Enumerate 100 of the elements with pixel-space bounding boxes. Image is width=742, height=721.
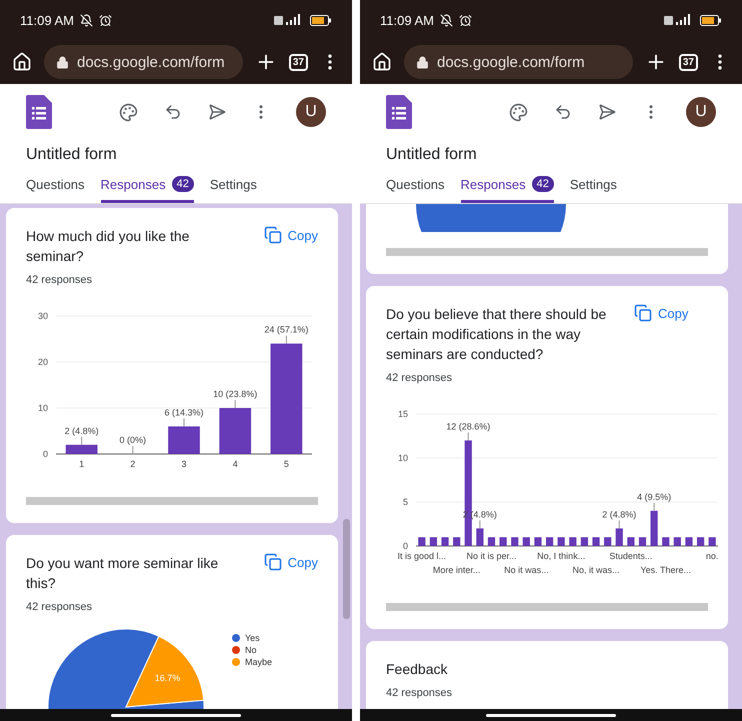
axis-label: More inter...	[432, 565, 480, 575]
bar	[708, 537, 716, 546]
status-time: 11:09 AM	[20, 12, 74, 28]
send-icon[interactable]	[598, 103, 616, 121]
axis-label: 2	[130, 459, 136, 469]
address-bar[interactable]: docs.google.com/form	[404, 45, 633, 79]
leader-line	[286, 335, 287, 344]
bell-off-icon	[440, 14, 453, 26]
axis-label: 5	[284, 459, 289, 469]
data-label: 10 (23.8%)	[213, 389, 258, 399]
bar	[569, 537, 576, 546]
home-indicator[interactable]	[111, 714, 241, 716]
bar	[476, 528, 484, 546]
bar	[546, 537, 554, 546]
undo-icon[interactable]	[164, 103, 182, 121]
data-label: 0 (0%)	[120, 435, 146, 445]
tab[interactable]: Questions	[386, 172, 445, 203]
axis-label: No it is per...	[466, 551, 517, 561]
legend-label: No	[245, 645, 257, 655]
axis-label: 4	[232, 459, 238, 469]
leader-line	[132, 446, 134, 454]
bar	[500, 537, 507, 546]
palette-icon[interactable]	[509, 102, 528, 122]
data-label: 4 (9.5%)	[637, 492, 672, 502]
data-label: 24 (57.1%)	[264, 324, 308, 335]
axis-label: no.	[706, 551, 718, 561]
palette-icon[interactable]	[119, 102, 138, 122]
bar	[627, 537, 634, 546]
axis-label: 3	[182, 459, 186, 469]
tab-count-button[interactable]: 37	[288, 54, 308, 70]
response-count: 42 responses	[26, 274, 94, 286]
axis-label: 1	[79, 459, 84, 469]
avatar[interactable]: U	[686, 97, 716, 127]
copy-icon[interactable]	[264, 553, 282, 571]
axis-label: 10	[398, 453, 408, 463]
count-badge: 42	[172, 176, 194, 192]
axis-label: No, it was...	[572, 565, 620, 575]
axis-label: It is good l...	[398, 551, 446, 561]
tab[interactable]: Settings	[570, 172, 617, 203]
tab[interactable]: Settings	[210, 172, 257, 203]
lock-icon	[416, 56, 429, 68]
leader-line	[618, 520, 620, 529]
avatar[interactable]: U	[296, 97, 326, 127]
bar	[696, 537, 704, 546]
tab[interactable]: Questions	[26, 172, 85, 203]
axis-label: 30	[38, 311, 48, 321]
alarm-icon	[458, 14, 472, 26]
scrollbar[interactable]	[343, 519, 350, 619]
axis-label: 10	[38, 403, 48, 413]
bar	[441, 537, 449, 546]
bar	[418, 537, 426, 546]
form-title: Untitled form	[25, 145, 118, 165]
axis-label: No, I think...	[537, 551, 586, 561]
axis-label: 5	[402, 497, 408, 507]
legend-label: Yes	[245, 633, 260, 643]
home-indicator[interactable]	[486, 714, 616, 716]
bar	[685, 537, 693, 546]
send-icon[interactable]	[208, 103, 226, 121]
bar	[522, 537, 530, 546]
count-badge: 42	[532, 176, 554, 192]
bar	[580, 537, 588, 546]
battery-icon	[700, 14, 722, 26]
home-icon[interactable]	[372, 52, 392, 72]
data-label: 2 (4.8%)	[64, 426, 99, 436]
bar	[604, 537, 612, 546]
tab-count-button[interactable]: 37	[678, 54, 698, 70]
bar	[616, 528, 623, 546]
legend-label: Maybe	[245, 657, 272, 667]
bar	[488, 537, 496, 546]
bar	[662, 537, 670, 546]
copy-icon[interactable]	[264, 226, 282, 244]
alarm-icon	[98, 14, 112, 26]
bar	[219, 408, 252, 454]
forms-logo-icon	[386, 95, 412, 129]
bell-off-icon	[80, 14, 93, 26]
copy-button[interactable]: Copy	[634, 304, 688, 322]
axis-label: Students...	[609, 551, 652, 561]
question-title: How much did you like the seminar?	[26, 227, 190, 266]
bar	[66, 444, 98, 454]
bar	[534, 537, 542, 546]
undo-icon[interactable]	[554, 103, 572, 121]
question-title: Feedback	[386, 660, 448, 679]
status-time: 11:09 AM	[380, 12, 434, 28]
leader-line	[479, 520, 480, 529]
home-icon[interactable]	[12, 52, 32, 72]
axis-label: Yes. There...	[640, 565, 691, 575]
response-count: 42 responses	[386, 372, 454, 384]
forms-logo-icon	[26, 95, 52, 129]
question-title: Do you believe that there should be certain modifications in the way seminars are conducted?	[386, 305, 608, 364]
copy-button[interactable]: Copy	[264, 553, 318, 571]
leader-line	[81, 436, 82, 446]
response-count: 42 responses	[386, 687, 454, 699]
bar	[168, 426, 200, 454]
leader-line	[468, 432, 469, 441]
axis-label: 0	[42, 449, 48, 459]
axis-label: 20	[38, 357, 48, 367]
address-bar[interactable]: docs.google.com/form	[44, 45, 243, 79]
bar	[430, 537, 438, 546]
copy-icon[interactable]	[634, 304, 652, 322]
copy-button[interactable]: Copy	[264, 226, 318, 244]
